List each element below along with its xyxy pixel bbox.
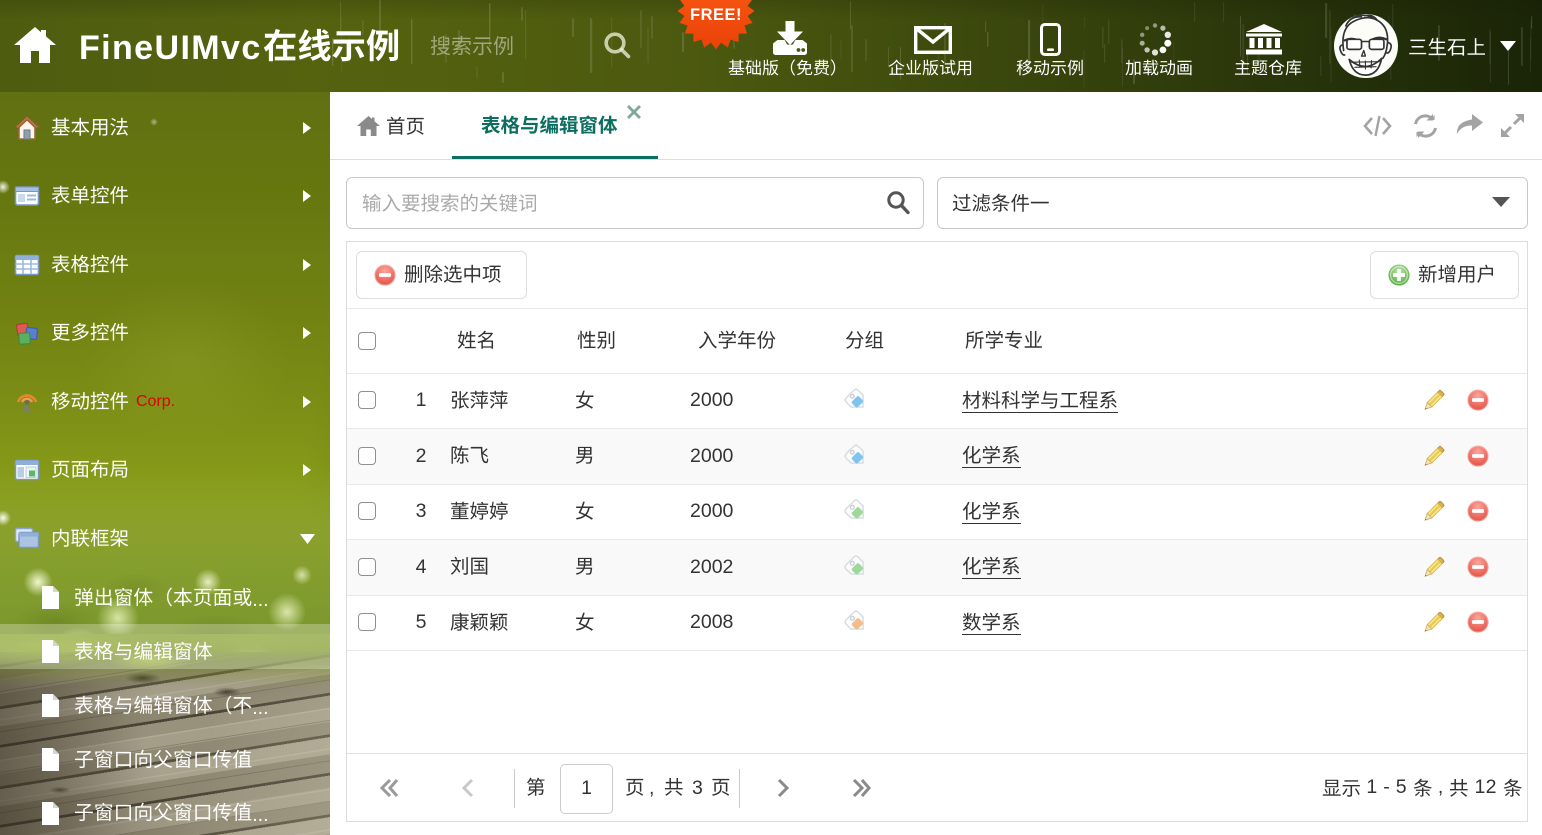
svg-text:FREE!: FREE! [690,6,742,24]
